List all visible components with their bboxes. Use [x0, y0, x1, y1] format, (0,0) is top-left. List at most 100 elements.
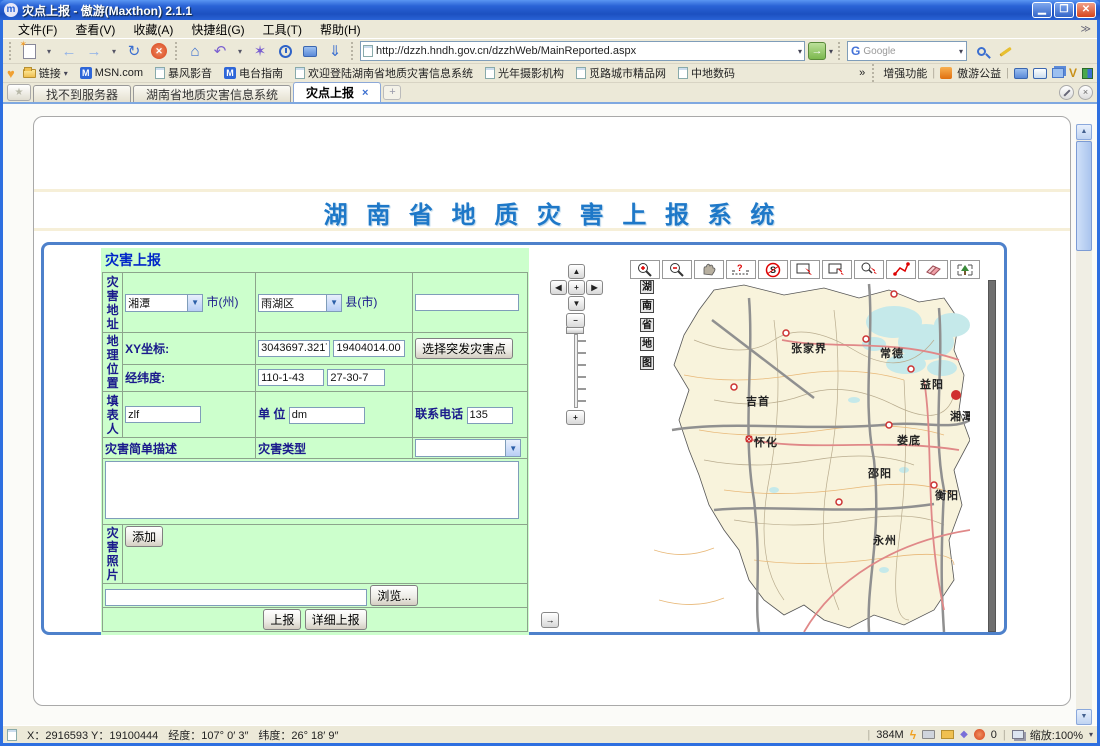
longitude-input[interactable]: [258, 369, 324, 386]
latitude-input[interactable]: [327, 369, 385, 386]
scroll-thumb[interactable]: [1076, 141, 1092, 251]
history-dropdown-icon[interactable]: ▾: [108, 41, 120, 61]
browser-scrollbar[interactable]: ▲ ▼: [1076, 124, 1092, 725]
address-detail-input[interactable]: [415, 294, 519, 311]
home-icon[interactable]: ⌂: [184, 41, 206, 61]
bookmark-city-boutique[interactable]: 觅路城市精品网: [572, 65, 670, 81]
bookmark-photo-studio[interactable]: 光年摄影机构: [481, 65, 568, 81]
zoom-level[interactable]: 缩放:100%: [1030, 727, 1083, 743]
v-plugin-icon[interactable]: V: [1069, 66, 1077, 80]
y-coordinate-input[interactable]: [333, 340, 405, 357]
pan-center-icon[interactable]: +: [568, 280, 585, 295]
plugin-icon[interactable]: ◆: [960, 729, 968, 740]
pan-up-icon[interactable]: ▲: [568, 264, 585, 279]
apps-grid-icon[interactable]: [1082, 68, 1093, 79]
zoom-slider-thumb[interactable]: [566, 327, 584, 334]
maxthon-charity-icon[interactable]: [940, 67, 952, 79]
close-button[interactable]: ✕: [1076, 2, 1096, 18]
forward-icon[interactable]: →: [83, 41, 105, 61]
clear-selection-icon[interactable]: S: [758, 260, 788, 279]
pan-down-icon[interactable]: ▼: [568, 296, 585, 311]
magic-wand-icon[interactable]: ✶: [249, 41, 271, 61]
user-panel-icon[interactable]: [1014, 68, 1028, 79]
menu-file[interactable]: 文件(F): [9, 20, 66, 39]
tab-close-icon[interactable]: ×: [362, 87, 368, 99]
disaster-type-select[interactable]: ▼: [415, 439, 521, 457]
select-by-rectangle-icon[interactable]: [790, 260, 820, 279]
printer-icon[interactable]: [922, 730, 935, 739]
x-coordinate-input[interactable]: [258, 340, 330, 357]
window-panel-icon[interactable]: [1033, 68, 1047, 79]
favorites-heart-icon[interactable]: ♥: [7, 66, 15, 81]
bookmark-msn[interactable]: M MSN.com: [76, 67, 147, 79]
full-extent-icon[interactable]: [950, 260, 980, 279]
menu-help[interactable]: 帮助(H): [311, 20, 370, 39]
go-dropdown-icon[interactable]: ▾: [829, 47, 833, 56]
unit-input[interactable]: [289, 407, 365, 424]
enhance-features-link[interactable]: 增强功能: [883, 65, 927, 81]
scroll-down-icon[interactable]: ▼: [1076, 709, 1092, 725]
expand-panel-button[interactable]: →: [541, 612, 559, 628]
bookmark-storm-player[interactable]: 暴风影音: [151, 65, 216, 81]
zoom-out-icon[interactable]: [662, 260, 692, 279]
pan-left-icon[interactable]: ◀: [550, 280, 567, 295]
bookmark-radio-guide[interactable]: M 电台指南: [220, 65, 287, 81]
deselect-rectangle-icon[interactable]: [822, 260, 852, 279]
refresh-icon[interactable]: ↻: [123, 41, 145, 61]
tab-disaster-report[interactable]: 灾点上报 ×: [293, 82, 381, 102]
notes-icon[interactable]: [1052, 68, 1064, 78]
download-icon[interactable]: ⇓: [324, 41, 346, 61]
browse-button[interactable]: 浏览...: [370, 585, 418, 606]
back-icon[interactable]: ←: [58, 41, 80, 61]
undo-icon[interactable]: ↶: [209, 41, 231, 61]
search-icon[interactable]: [970, 41, 992, 61]
tab-hunan-geo-info[interactable]: 湖南省地质灾害信息系统: [133, 85, 291, 102]
restore-button[interactable]: ❐: [1054, 2, 1074, 18]
submit-button[interactable]: 上报: [263, 609, 301, 630]
menu-overflow-icon[interactable]: ≫: [1081, 24, 1091, 35]
map-scrollbar[interactable]: [988, 280, 996, 632]
bookmark-zhongdi-digital[interactable]: 中地数码: [674, 65, 739, 81]
pan-right-icon[interactable]: ▶: [586, 280, 603, 295]
folder-status-icon[interactable]: [941, 730, 954, 739]
highlight-pen-icon[interactable]: [995, 41, 1017, 61]
measure-distance-icon[interactable]: ?: [726, 260, 756, 279]
tab-settings-icon[interactable]: [1059, 85, 1074, 100]
boost-icon[interactable]: ϟ: [910, 728, 916, 742]
county-select[interactable]: 雨湖区▼: [258, 294, 342, 312]
minimize-button[interactable]: ▁: [1032, 2, 1052, 18]
menu-groups[interactable]: 快捷组(G): [182, 20, 253, 39]
history-clock-icon[interactable]: [274, 41, 296, 61]
url-dropdown-icon[interactable]: ▾: [798, 47, 802, 56]
zoom-slider-track[interactable]: [574, 334, 578, 408]
menu-favorites[interactable]: 收藏(A): [124, 20, 182, 39]
detail-report-button[interactable]: 详细上报: [305, 609, 367, 630]
scroll-up-icon[interactable]: ▲: [1076, 124, 1092, 140]
menu-view[interactable]: 查看(V): [66, 20, 124, 39]
menu-tools[interactable]: 工具(T): [254, 20, 311, 39]
search-dropdown-icon[interactable]: ▾: [959, 47, 963, 56]
windows-overlap-icon[interactable]: [1012, 730, 1024, 739]
add-photo-button[interactable]: 添加: [125, 526, 163, 547]
zoom-to-selection-icon[interactable]: [854, 260, 884, 279]
tab-server-not-found[interactable]: 找不到服务器: [33, 85, 131, 102]
eraser-icon[interactable]: [918, 260, 948, 279]
new-page-icon[interactable]: [18, 41, 40, 61]
bookmarks-overflow-icon[interactable]: »: [859, 67, 865, 79]
photo-file-input[interactable]: [105, 589, 367, 606]
undo-dropdown-icon[interactable]: ▾: [234, 41, 246, 61]
zoom-out-step-button[interactable]: −: [566, 313, 585, 328]
closed-tabs-icon[interactable]: ×: [1078, 85, 1093, 100]
go-icon[interactable]: →: [808, 42, 826, 60]
pan-hand-icon[interactable]: [694, 260, 724, 279]
city-select[interactable]: 湘潭▼: [125, 294, 203, 312]
new-window-icon[interactable]: [299, 41, 321, 61]
search-box[interactable]: G Google ▾: [847, 41, 967, 61]
maxthon-charity-link[interactable]: 傲游公益: [957, 65, 1001, 81]
popup-blocker-icon[interactable]: [974, 729, 985, 740]
description-textarea[interactable]: [105, 461, 519, 519]
favorites-star-icon[interactable]: ★: [7, 84, 31, 101]
new-tab-button[interactable]: +: [383, 85, 401, 100]
bookmark-hunan-geo-system[interactable]: 欢迎登陆湖南省地质灾害信息系统: [291, 65, 477, 81]
zoom-dropdown-icon[interactable]: ▾: [1089, 730, 1093, 739]
